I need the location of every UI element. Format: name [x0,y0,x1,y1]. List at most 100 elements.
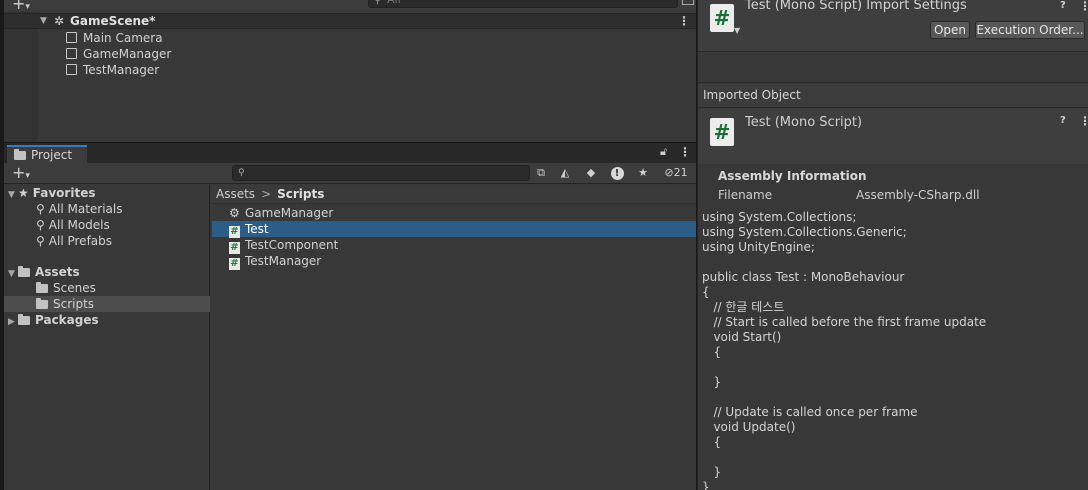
import-settings-title: Test (Mono Script) Import Settings [745,0,967,13]
tree-item-all-prefabs[interactable]: ⚲ All Prefabs [36,233,112,249]
tree-item-scenes[interactable]: Scenes [36,280,96,296]
csharp-script-icon: # [710,4,734,32]
code-line: // Start is called before the first fram… [702,315,987,329]
scene-row[interactable]: ▼ ✲ GameScene* ⋮ [4,13,696,29]
icon-dropdown-arrow-icon[interactable]: ▼ [734,26,740,35]
project-tab-bar: Project 🔓︎ ⋮ [4,143,696,163]
file-item-label: GameManager [245,206,334,220]
lock-icon[interactable]: 🔓︎ [660,145,667,159]
file-item-label: Test [245,222,269,236]
filename-label: Filename [718,188,773,202]
scene-menu-icon[interactable]: ⋮ [678,14,690,28]
search-by-type-icon[interactable]: ⧉ [532,165,550,181]
panel-menu-icon[interactable]: ⋮ [679,145,691,159]
code-line: void Start() [702,330,782,344]
script-preview: using System.Collections; using System.C… [698,210,1088,490]
tree-item-label: Packages [35,313,99,327]
code-line: } [702,465,722,479]
expand-arrow-icon[interactable]: ▼ [8,187,18,203]
breadcrumb-scripts[interactable]: Scripts [277,187,324,201]
file-item-label: TestManager [245,254,322,268]
star-icon: ★ [18,186,29,200]
file-item-label: TestComponent [245,238,339,252]
tree-item-favorites[interactable]: ▼ ★ Favorites [8,185,95,201]
filter-by-type-icon[interactable]: ◭ [556,165,574,181]
code-line: public class Test : MonoBehaviour [702,270,905,284]
tree-item-label: Assets [35,265,80,279]
file-item[interactable]: # Test [212,221,696,238]
tab-project[interactable]: Project [7,145,87,163]
project-search-input[interactable]: ⚲ [232,165,530,181]
code-line: } [702,375,722,389]
search-icon: ⚲ [374,0,382,6]
folder-icon [18,266,30,277]
tree-item-all-materials[interactable]: ⚲ All Materials [36,201,123,217]
assembly-heading: Assembly Information [718,169,867,183]
file-item[interactable]: # TestComponent [212,237,696,254]
hierarchy-item[interactable]: GameManager [66,46,171,62]
expand-arrow-icon[interactable]: ▼ [40,14,47,28]
breadcrumb-assets[interactable]: Assets [216,187,255,201]
code-line: { [702,435,722,449]
expand-arrow-icon[interactable]: ▼ [8,266,18,282]
code-line: // Update is called once per frame [702,405,918,419]
gameobject-cube-icon [66,48,77,59]
imported-object-header: # Test (Mono Script) ? ⋮ [698,109,1088,164]
search-icon: ⚲ [238,168,245,178]
project-add-button[interactable]: +▾ [12,164,30,185]
csharp-script-icon: # [710,118,734,146]
code-line: { [702,345,722,359]
project-panel: Project 🔓︎ ⋮ +▾ ⚲ ⧉ ◭ ◆ ! ★ ⊘21 ▼ ★ Favori… [4,143,696,490]
code-line: using System.Collections.Generic; [702,225,907,239]
inspector-menu-icon[interactable]: ⋮ [1079,0,1088,13]
code-line: } [702,480,710,490]
import-settings-header: # ▼ Test (Mono Script) Import Settings ?… [698,0,1088,52]
help-icon[interactable]: ? [1060,0,1066,11]
folder-icon [18,314,30,325]
error-filter-icon[interactable]: ! [608,165,626,181]
hidden-packages-toggle[interactable]: ⊘21 [660,165,692,181]
file-item[interactable]: ⚙ GameManager [212,205,696,221]
hierarchy-item-label: GameManager [83,47,172,61]
search-icon: ⚲ [36,234,45,248]
open-button[interactable]: Open [930,21,970,39]
code-line: { [702,285,710,299]
hierarchy-item[interactable]: TestManager [66,62,159,78]
code-line: void Update() [702,420,796,434]
hierarchy-search-input[interactable]: All [368,0,678,8]
assembly-information: Assembly Information Filename Assembly-C… [698,164,1088,210]
hierarchy-item[interactable]: Main Camera [66,30,163,46]
inspector-panel: # ▼ Test (Mono Script) Import Settings ?… [697,0,1088,490]
breadcrumb-separator: > [261,187,272,201]
project-folder-tree: ▼ ★ Favorites ⚲ All Materials ⚲ All Models ⚲… [4,185,210,490]
tree-item-scripts[interactable]: Scripts [4,296,210,312]
tree-item-assets[interactable]: ▼ Assets [8,264,80,280]
hierarchy-gutter [4,12,38,142]
imported-object-label: Imported Object [698,84,1088,108]
hidden-count: 21 [673,166,688,179]
object-menu-icon[interactable]: ⋮ [1079,114,1088,128]
filter-by-label-icon[interactable]: ◆ [582,165,600,181]
hierarchy-item-label: Main Camera [83,31,163,45]
search-icon: ⚲ [36,218,45,232]
csharp-script-icon: # [229,258,240,270]
tree-item-packages[interactable]: ▶ Packages [8,312,99,328]
help-icon[interactable]: ? [1060,115,1066,126]
execution-order-button[interactable]: Execution Order... [975,21,1085,39]
tree-item-label: All Prefabs [48,234,113,248]
collapse-arrow-icon[interactable]: ▶ [8,314,18,330]
eye-hidden-icon: ⊘ [664,166,674,179]
folder-icon [14,149,26,160]
tree-item-label: Scenes [53,281,96,295]
code-line: using UnityEngine; [702,240,815,254]
lock-icon[interactable] [682,0,694,5]
tree-item-all-models[interactable]: ⚲ All Models [36,217,110,233]
folder-icon [36,298,48,309]
hierarchy-item-label: TestManager [83,63,160,77]
favorite-star-icon[interactable]: ★ [634,165,652,181]
scene-name: GameScene* [70,14,156,28]
breadcrumb: Assets > Scripts [212,185,696,204]
tree-item-label: All Models [48,218,110,232]
filename-value: Assembly-CSharp.dll [856,188,980,202]
file-item[interactable]: # TestManager [212,253,696,270]
